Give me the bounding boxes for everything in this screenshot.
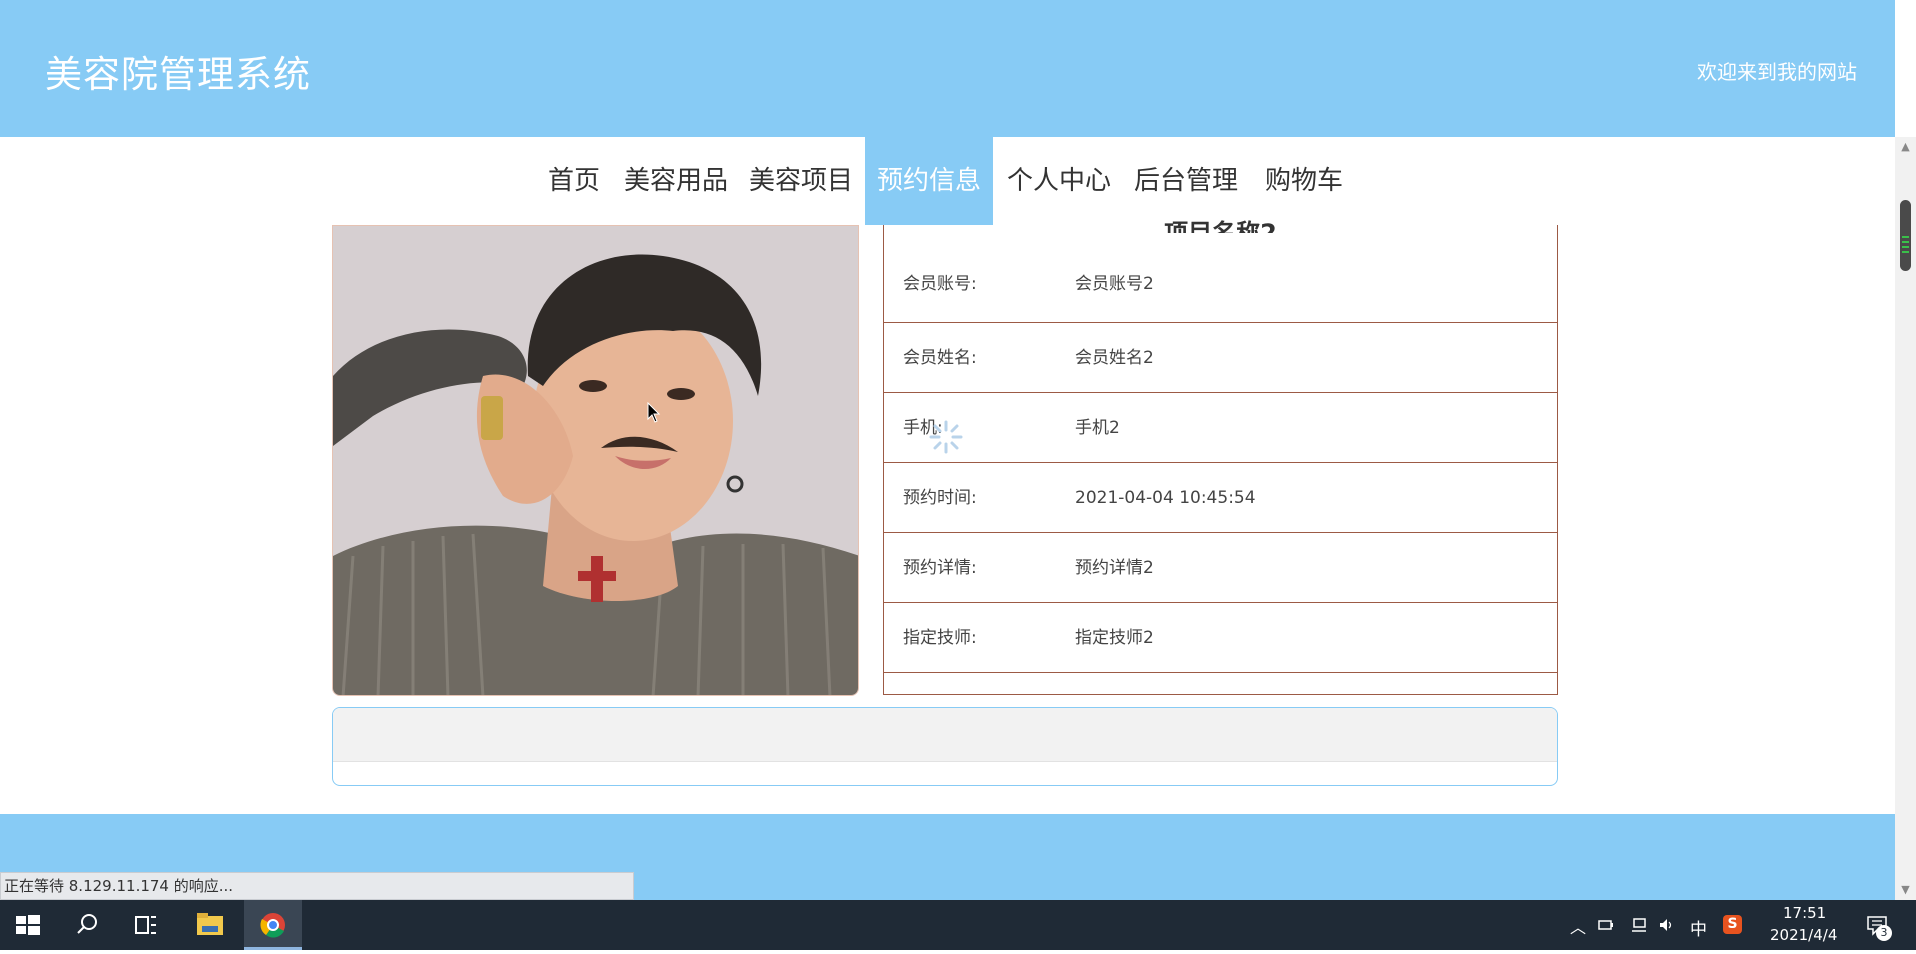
task-view-icon[interactable]: [116, 900, 174, 950]
scroll-thumb[interactable]: [1900, 200, 1911, 271]
detail-value: 预约详情2: [1075, 558, 1154, 578]
detail-value: 手机2: [1075, 418, 1120, 438]
file-explorer-icon[interactable]: [180, 900, 238, 950]
portrait-image: [333, 226, 858, 695]
tray-expand-icon[interactable]: ︿: [1570, 914, 1586, 938]
page-scrollbar[interactable]: ▲ ▼: [1895, 137, 1916, 900]
project-photo: [332, 225, 859, 696]
detail-label: 预约时间:: [903, 488, 977, 508]
detail-row-details: 预约详情: 预约详情2: [884, 533, 1557, 603]
nav-beauty-products[interactable]: 美容用品: [622, 137, 730, 225]
volume-icon[interactable]: [1658, 917, 1674, 933]
nav-home[interactable]: 首页: [544, 137, 604, 225]
detail-label: 预约详情:: [903, 558, 977, 578]
detail-row-time: 预约时间: 2021-04-04 10:45:54: [884, 463, 1557, 533]
detail-value: 会员姓名2: [1075, 348, 1154, 368]
comment-card: [332, 707, 1558, 786]
welcome-text: 欢迎来到我的网站: [1697, 60, 1857, 84]
battery-icon[interactable]: [1598, 917, 1614, 933]
mouse-cursor-icon: [647, 402, 661, 423]
site-title[interactable]: 美容院管理系统: [45, 44, 311, 98]
notification-badge: 3: [1876, 925, 1892, 941]
appointment-detail: 项目名称2 会员账号: 会员账号2 会员姓名: 会员姓名2 手机: 手机2 预约…: [883, 219, 1558, 695]
windows-start-icon[interactable]: [0, 900, 58, 950]
network-icon[interactable]: [1631, 917, 1647, 933]
sogou-ime-icon[interactable]: S: [1723, 915, 1742, 934]
site-header: 美容院管理系统 欢迎来到我的网站: [0, 0, 1895, 137]
detail-label: 指定技师:: [903, 628, 977, 648]
detail-row-phone: 手机: 手机2: [884, 393, 1557, 463]
detail-row-technician: 指定技师: 指定技师2: [884, 603, 1557, 673]
search-icon[interactable]: [58, 900, 116, 950]
scroll-down-icon[interactable]: ▼: [1895, 880, 1916, 900]
detail-value: 指定技师2: [1075, 628, 1154, 648]
detail-row-name: 会员姓名: 会员姓名2: [884, 323, 1557, 393]
detail-label: 会员姓名:: [903, 348, 977, 368]
detail-row-account: 会员账号: 会员账号2: [884, 225, 1557, 323]
loading-spinner-icon: [929, 420, 963, 454]
scroll-up-icon[interactable]: ▲: [1895, 137, 1916, 157]
clock-time[interactable]: 17:51: [1783, 904, 1826, 922]
clock-date[interactable]: 2021/4/4: [1770, 926, 1837, 944]
windows-taskbar: ︿ 中 S 17:51 2021/4/4 3: [0, 900, 1916, 950]
ime-indicator[interactable]: 中: [1690, 915, 1707, 940]
browser-status-bar: 正在等待 8.129.11.174 的响应...: [0, 872, 634, 900]
comment-card-header: [333, 708, 1557, 762]
chrome-icon[interactable]: [244, 900, 302, 950]
nav-beauty-projects[interactable]: 美容项目: [747, 137, 855, 225]
detail-value: 2021-04-04 10:45:54: [1075, 488, 1256, 508]
